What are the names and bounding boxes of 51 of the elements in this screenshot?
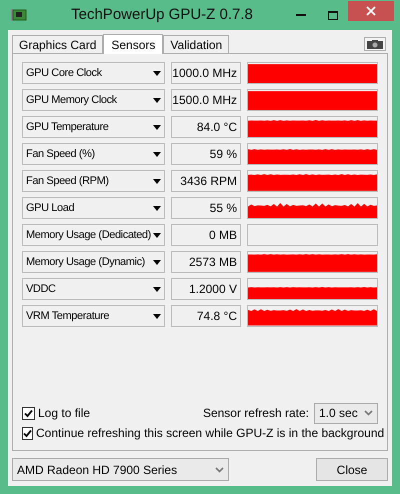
camera-button[interactable] bbox=[364, 37, 386, 51]
dropdown-arrow-icon bbox=[153, 314, 161, 318]
tab[interactable]: Validation bbox=[163, 35, 230, 53]
sensor-dropdown[interactable]: GPU Memory Clock bbox=[22, 89, 165, 111]
checkbox[interactable] bbox=[22, 406, 35, 420]
tab[interactable]: Graphics Card bbox=[12, 35, 104, 53]
chevron-down-icon bbox=[215, 466, 224, 472]
sensor-value: 84.0 °C bbox=[171, 116, 241, 138]
sensor-value: 3436 RPM bbox=[171, 170, 241, 192]
dropdown-arrow-icon bbox=[153, 260, 161, 264]
sensor-value: 1.2000 V bbox=[171, 278, 241, 300]
dropdown-arrow-icon bbox=[153, 232, 161, 238]
sensor-value: 2573 MB bbox=[171, 251, 241, 273]
checkbox-label: Continue refreshing this screen while GPU-Z is in the background bbox=[36, 425, 384, 442]
maximize-icon bbox=[328, 10, 338, 20]
camera-icon bbox=[367, 40, 383, 48]
close-button[interactable]: Close bbox=[316, 458, 388, 481]
sensor-value: 1500.0 MHz bbox=[171, 89, 241, 111]
checkbox-label: Log to file bbox=[38, 405, 90, 422]
chevron-down-icon bbox=[364, 410, 373, 416]
sensor-dropdown[interactable]: Fan Speed (RPM) bbox=[22, 170, 165, 192]
dropdown-arrow-icon bbox=[153, 98, 161, 102]
dropdown-arrow-icon bbox=[153, 124, 161, 130]
dropdown-arrow-icon bbox=[153, 206, 161, 210]
dropdown-arrow-icon bbox=[153, 70, 161, 76]
sensor-dropdown[interactable]: GPU Load bbox=[22, 197, 165, 219]
sensor-value: 1000.0 MHz bbox=[171, 62, 241, 84]
sensor-dropdown[interactable]: Memory Usage (Dynamic) bbox=[22, 251, 165, 273]
sensor-value: 55 % bbox=[171, 197, 241, 219]
checkbox[interactable] bbox=[22, 426, 33, 440]
sensor-dropdown[interactable]: Fan Speed (%) bbox=[22, 143, 165, 165]
refresh-rate-select[interactable]: 1.0 sec bbox=[314, 402, 378, 424]
sensor-dropdown[interactable]: Memory Usage (Dedicated) bbox=[22, 224, 165, 246]
sensor-value: 0 MB bbox=[171, 224, 241, 246]
gpu-select[interactable]: AMD Radeon HD 7900 Series bbox=[12, 458, 229, 481]
dropdown-arrow-icon bbox=[153, 152, 161, 156]
minimize-icon bbox=[296, 14, 306, 16]
sensor-dropdown[interactable]: VDDC bbox=[22, 278, 165, 300]
sensor-dropdown[interactable]: VRM Temperature bbox=[22, 305, 165, 327]
sensor-value: 74.8 °C bbox=[171, 305, 241, 327]
refresh-rate-label: Sensor refresh rate: bbox=[202, 405, 309, 422]
sensor-value: 59 % bbox=[171, 143, 241, 165]
tab[interactable]: Sensors bbox=[103, 34, 164, 54]
sensor-dropdown[interactable]: GPU Temperature bbox=[22, 116, 165, 138]
window-title: TechPowerUp GPU-Z 0.7.8 bbox=[71, 4, 253, 25]
close-icon bbox=[366, 6, 376, 16]
dropdown-arrow-icon bbox=[153, 178, 161, 184]
close-window-button[interactable] bbox=[348, 0, 394, 20]
graphics-card-icon bbox=[11, 8, 27, 22]
dropdown-arrow-icon bbox=[153, 286, 161, 292]
sensor-dropdown[interactable]: GPU Core Clock bbox=[22, 62, 165, 84]
